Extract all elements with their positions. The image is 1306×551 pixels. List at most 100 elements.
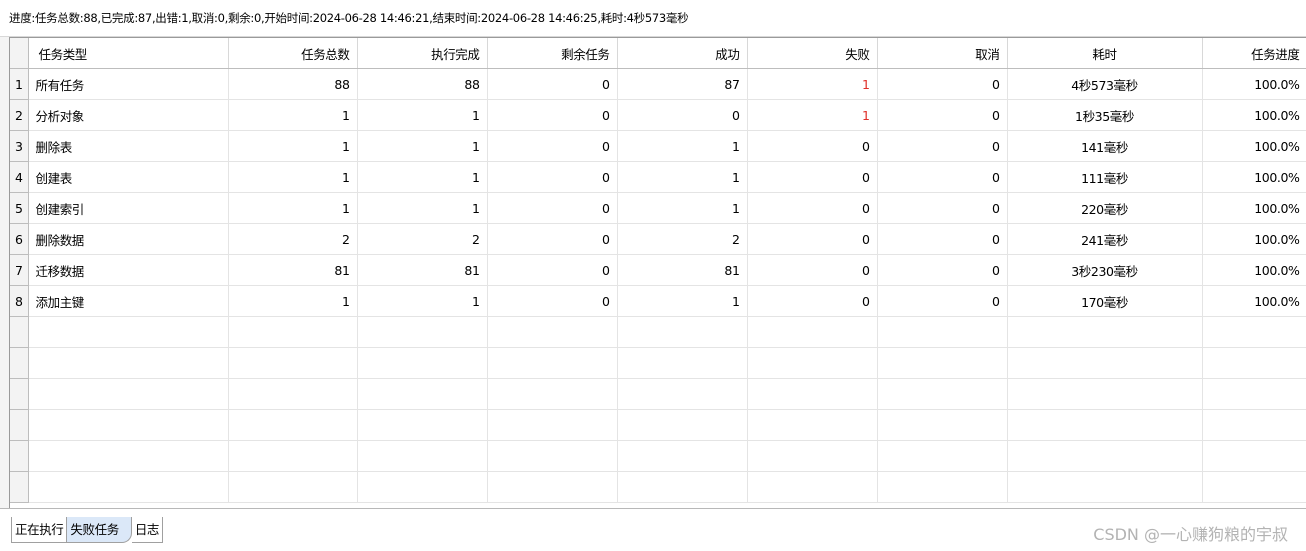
cell-done[interactable]: 2 bbox=[357, 223, 488, 255]
cell-done[interactable]: 81 bbox=[357, 254, 488, 286]
cell-task-type[interactable]: 迁移数据 bbox=[28, 254, 229, 286]
cell-cancel[interactable]: 0 bbox=[877, 161, 1008, 193]
tab-log[interactable]: 日志 bbox=[131, 517, 164, 543]
table-row[interactable]: 3 删除表 1 1 0 1 0 0 141毫秒 100.0% bbox=[10, 130, 1306, 162]
cell-fail[interactable]: 0 bbox=[747, 130, 878, 162]
cell-time[interactable]: 3秒230毫秒 bbox=[1007, 254, 1203, 286]
row-number[interactable]: 6 bbox=[10, 223, 29, 255]
cell-task-type[interactable]: 添加主键 bbox=[28, 285, 229, 317]
row-number[interactable]: 3 bbox=[10, 130, 29, 162]
cell-total[interactable]: 1 bbox=[228, 99, 358, 131]
cell-remaining[interactable]: 0 bbox=[487, 130, 618, 162]
cell-time[interactable]: 170毫秒 bbox=[1007, 285, 1203, 317]
cell-fail[interactable]: 0 bbox=[747, 285, 878, 317]
row-number[interactable]: 4 bbox=[10, 161, 29, 193]
cell-task-type[interactable]: 删除数据 bbox=[28, 223, 229, 255]
cell-task-type[interactable]: 删除表 bbox=[28, 130, 229, 162]
header-remaining[interactable]: 剩余任务 bbox=[487, 38, 618, 69]
cell-total[interactable]: 2 bbox=[228, 223, 358, 255]
cell-success[interactable]: 81 bbox=[617, 254, 748, 286]
cell-progress[interactable]: 100.0% bbox=[1202, 223, 1306, 255]
cell-task-type[interactable]: 创建索引 bbox=[28, 192, 229, 224]
cell-task-type[interactable]: 所有任务 bbox=[28, 68, 229, 100]
cell-success[interactable]: 1 bbox=[617, 161, 748, 193]
cell-time[interactable]: 141毫秒 bbox=[1007, 130, 1203, 162]
row-number[interactable]: 5 bbox=[10, 192, 29, 224]
header-time[interactable]: 耗时 bbox=[1007, 38, 1203, 69]
cell-cancel[interactable]: 0 bbox=[877, 285, 1008, 317]
cell-success[interactable]: 0 bbox=[617, 99, 748, 131]
cell-progress[interactable]: 100.0% bbox=[1202, 161, 1306, 193]
cell-progress[interactable]: 100.0% bbox=[1202, 285, 1306, 317]
row-number[interactable]: 1 bbox=[10, 68, 29, 100]
cell-total[interactable]: 1 bbox=[228, 285, 358, 317]
cell-cancel[interactable]: 0 bbox=[877, 130, 1008, 162]
cell-remaining[interactable]: 0 bbox=[487, 254, 618, 286]
cell-fail[interactable]: 0 bbox=[747, 161, 878, 193]
cell-total[interactable]: 1 bbox=[228, 161, 358, 193]
cell-success[interactable]: 1 bbox=[617, 285, 748, 317]
header-task-type[interactable]: 任务类型 bbox=[28, 38, 229, 69]
tab-failed-tasks[interactable]: 失败任务 bbox=[67, 517, 132, 543]
cell-time[interactable]: 111毫秒 bbox=[1007, 161, 1203, 193]
cell-fail[interactable]: 0 bbox=[747, 223, 878, 255]
cell-total[interactable]: 81 bbox=[228, 254, 358, 286]
cell-cancel[interactable]: 0 bbox=[877, 192, 1008, 224]
cell-done[interactable]: 1 bbox=[357, 130, 488, 162]
row-number[interactable]: 2 bbox=[10, 99, 29, 131]
cell-cancel[interactable]: 0 bbox=[877, 68, 1008, 100]
task-grid[interactable]: 任务类型 任务总数 执行完成 剩余任务 成功 失败 取消 耗时 任务进度 1 所有… bbox=[9, 37, 1306, 509]
cell-task-type[interactable]: 创建表 bbox=[28, 161, 229, 193]
cell-done[interactable]: 88 bbox=[357, 68, 488, 100]
table-row[interactable]: 5 创建索引 1 1 0 1 0 0 220毫秒 100.0% bbox=[10, 192, 1306, 224]
cell-done[interactable]: 1 bbox=[357, 99, 488, 131]
row-number[interactable]: 8 bbox=[10, 285, 29, 317]
cell-total[interactable]: 1 bbox=[228, 192, 358, 224]
cell-total[interactable]: 88 bbox=[228, 68, 358, 100]
cell-success[interactable]: 2 bbox=[617, 223, 748, 255]
table-row[interactable]: 2 分析对象 1 1 0 0 1 0 1秒35毫秒 100.0% bbox=[10, 99, 1306, 131]
cell-time[interactable]: 1秒35毫秒 bbox=[1007, 99, 1203, 131]
cell-task-type[interactable]: 分析对象 bbox=[28, 99, 229, 131]
cell-fail[interactable]: 1 bbox=[747, 68, 878, 100]
cell-success[interactable]: 1 bbox=[617, 130, 748, 162]
tab-running[interactable]: 正在执行 bbox=[12, 517, 68, 543]
cell-done[interactable]: 1 bbox=[357, 285, 488, 317]
table-row[interactable]: 6 删除数据 2 2 0 2 0 0 241毫秒 100.0% bbox=[10, 223, 1306, 255]
cell-total[interactable]: 1 bbox=[228, 130, 358, 162]
cell-done[interactable]: 1 bbox=[357, 192, 488, 224]
cell-cancel[interactable]: 0 bbox=[877, 99, 1008, 131]
cell-remaining[interactable]: 0 bbox=[487, 285, 618, 317]
row-number-header[interactable] bbox=[10, 38, 29, 69]
header-cancel[interactable]: 取消 bbox=[877, 38, 1008, 69]
table-row[interactable]: 7 迁移数据 81 81 0 81 0 0 3秒230毫秒 100.0% bbox=[10, 254, 1306, 286]
cell-remaining[interactable]: 0 bbox=[487, 223, 618, 255]
cell-fail[interactable]: 0 bbox=[747, 192, 878, 224]
cell-time[interactable]: 4秒573毫秒 bbox=[1007, 68, 1203, 100]
cell-success[interactable]: 87 bbox=[617, 68, 748, 100]
cell-progress[interactable]: 100.0% bbox=[1202, 99, 1306, 131]
header-done[interactable]: 执行完成 bbox=[357, 38, 488, 69]
cell-progress[interactable]: 100.0% bbox=[1202, 192, 1306, 224]
header-total[interactable]: 任务总数 bbox=[228, 38, 358, 69]
cell-remaining[interactable]: 0 bbox=[487, 99, 618, 131]
cell-progress[interactable]: 100.0% bbox=[1202, 254, 1306, 286]
cell-remaining[interactable]: 0 bbox=[487, 68, 618, 100]
cell-fail[interactable]: 0 bbox=[747, 254, 878, 286]
cell-cancel[interactable]: 0 bbox=[877, 223, 1008, 255]
table-row[interactable]: 4 创建表 1 1 0 1 0 0 111毫秒 100.0% bbox=[10, 161, 1306, 193]
header-progress[interactable]: 任务进度 bbox=[1202, 38, 1306, 69]
cell-time[interactable]: 220毫秒 bbox=[1007, 192, 1203, 224]
header-success[interactable]: 成功 bbox=[617, 38, 748, 69]
table-row[interactable]: 1 所有任务 88 88 0 87 1 0 4秒573毫秒 100.0% bbox=[10, 68, 1306, 100]
cell-remaining[interactable]: 0 bbox=[487, 192, 618, 224]
cell-remaining[interactable]: 0 bbox=[487, 161, 618, 193]
cell-success[interactable]: 1 bbox=[617, 192, 748, 224]
cell-time[interactable]: 241毫秒 bbox=[1007, 223, 1203, 255]
cell-cancel[interactable]: 0 bbox=[877, 254, 1008, 286]
table-row[interactable]: 8 添加主键 1 1 0 1 0 0 170毫秒 100.0% bbox=[10, 285, 1306, 317]
cell-progress[interactable]: 100.0% bbox=[1202, 68, 1306, 100]
cell-fail[interactable]: 1 bbox=[747, 99, 878, 131]
row-number[interactable]: 7 bbox=[10, 254, 29, 286]
header-fail[interactable]: 失败 bbox=[747, 38, 878, 69]
